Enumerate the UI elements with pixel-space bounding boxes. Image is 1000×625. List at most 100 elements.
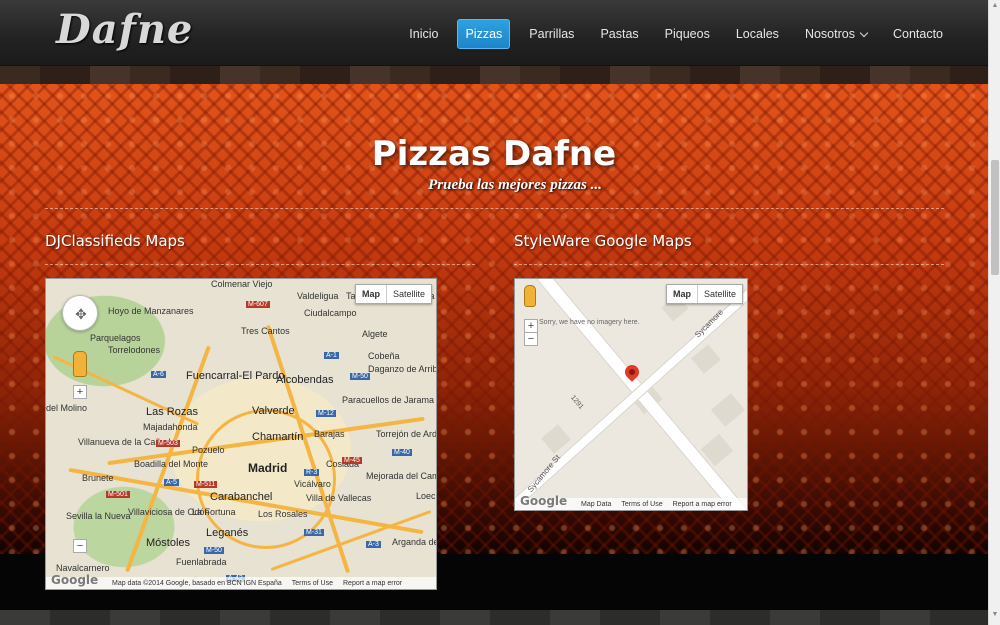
map-type-satellite-button[interactable]: Satellite (698, 285, 742, 303)
report-error-link[interactable]: Report a map error (673, 501, 732, 508)
map-place-label: Pozuelo (192, 445, 225, 455)
nav-item-label: Locales (735, 27, 779, 41)
map-place-label: Fuencarral-El Pardo (186, 370, 285, 382)
street-view-pegman-icon[interactable] (73, 351, 87, 377)
map-place-label: Valverde (252, 405, 295, 417)
map-road-label: M-503 (156, 440, 180, 447)
report-error-link[interactable]: Report a map error (343, 580, 402, 587)
map-road-label: M-50 (350, 373, 370, 380)
nav-item-pastas[interactable]: Pastas (593, 19, 645, 49)
map-road-label: A-5 (164, 479, 179, 486)
map-road-label: A-1 (324, 352, 339, 359)
main-nav: Inicio Pizzas Parrillas Pastas Piqueos Locale… (394, 19, 950, 49)
scroll-down-icon[interactable]: ▼ (991, 611, 999, 623)
street-label: Sycamore St (525, 453, 563, 494)
pan-arrows-icon: ✥ (75, 306, 87, 322)
map-data-text: Map Data (581, 500, 612, 508)
section-divider-left (45, 264, 475, 265)
map-place-label: Arganda del Rey (392, 537, 436, 547)
map-type-control: Map Satellite (354, 284, 432, 304)
map-data-text: Map data ©2014 Google, basado en BCN IGN… (112, 579, 282, 587)
section-title-right: StyleWare Google Maps (514, 232, 692, 250)
map-place-label: Brunete (82, 473, 114, 483)
terms-link[interactable]: Terms of Use (292, 580, 333, 587)
map-road-label: M-501 (106, 491, 130, 498)
zoom-out-button[interactable]: − (524, 332, 538, 346)
zoom-out-button[interactable]: − (73, 539, 87, 553)
nav-item-parrillas[interactable]: Parrillas (522, 19, 581, 49)
google-logo: Google (51, 573, 99, 587)
map-place-label: Parquelagos (90, 333, 141, 343)
nav-item-label: Inicio (409, 27, 439, 41)
map-place-label: Torrelodones (108, 345, 161, 355)
map-place-label: Las Rozas (146, 406, 198, 418)
map-type-satellite-button[interactable]: Satellite (387, 285, 431, 303)
pan-control[interactable]: ✥ (62, 295, 98, 331)
map-place-label: Los Rosales (258, 509, 308, 519)
map-type-control: Map Satellite (665, 284, 743, 304)
map-place-label: Mejorada del Campo (366, 471, 436, 481)
map-place-label: Villa de Vallecas (306, 493, 372, 503)
wood-strip (0, 66, 988, 84)
nav-item-label: Pastas (600, 27, 639, 41)
nav-item-nosotros[interactable]: Nosotros (798, 19, 874, 49)
map-road-label: M-45 (342, 457, 362, 464)
nav-item-label: Nosotros (804, 27, 855, 41)
map-sycamore[interactable]: Sorry, we have no imagery here. Sycamore… (514, 278, 748, 511)
page: Dafne Inicio Pizzas Parrillas Pastas Piqueos… (0, 0, 1000, 625)
nav-item-pizzas[interactable]: Pizzas (457, 19, 511, 49)
map-place-label: Chamartín (252, 431, 304, 443)
nav-item-piqueos[interactable]: Piqueos (658, 19, 717, 49)
map-place-label: Boadilla del Monte (134, 459, 209, 469)
map-block (710, 393, 746, 427)
map-road-label: M-31 (304, 529, 324, 536)
navbar: Dafne Inicio Pizzas Parrillas Pastas Piqueos… (0, 0, 988, 66)
map-place-label: del Molino (46, 403, 88, 413)
nav-item-locales[interactable]: Locales (729, 19, 786, 49)
map-place-label: Majadahonda (143, 422, 198, 432)
nav-item-label: Parrillas (529, 27, 575, 41)
site-logo[interactable]: Dafne (56, 6, 193, 53)
google-logo: Google (520, 494, 568, 508)
section-divider-right (514, 264, 944, 265)
terms-link[interactable]: Terms of Use (621, 501, 662, 508)
map-madrid[interactable]: Colmenar ViejoValdeliguaTalamanca de Jar… (45, 278, 437, 590)
zoom-in-button[interactable]: + (73, 385, 87, 399)
map-place-label: Ciudalcampo (304, 308, 357, 318)
map-place-label: Valdeligua (297, 291, 339, 301)
map-road-label: A-3 (366, 541, 381, 548)
zoom-in-button[interactable]: + (524, 319, 538, 333)
street-view-pegman-icon[interactable] (524, 285, 536, 307)
nav-item-label: Piqueos (664, 27, 710, 41)
scroll-up-icon[interactable]: ▲ (991, 2, 999, 14)
map-place-label: Cobeña (368, 351, 400, 361)
map-type-map-button[interactable]: Map (667, 285, 698, 303)
map-place-label: Carabanchel (210, 491, 273, 503)
map-road-label: R-3 (304, 469, 320, 476)
map-place-label: Madrid (248, 461, 288, 475)
map-place-label: Alcobendas (276, 374, 334, 386)
page-subtitle: Prueba las mejores pizzas ... (428, 177, 602, 193)
footer-strip (0, 610, 988, 625)
nav-item-contacto[interactable]: Contacto (886, 19, 950, 49)
nav-item-inicio[interactable]: Inicio (402, 19, 445, 49)
page-scrollbar[interactable]: ▲ ▼ (988, 0, 1000, 625)
map-road-label: M-12 (316, 410, 336, 417)
map-place-label: Fuenlabrada (176, 557, 227, 567)
map-place-label: Paracuellos de Jarama (342, 395, 435, 405)
map-place-label: Barajas (314, 429, 345, 439)
map-place-label: Colmenar Viejo (211, 279, 273, 289)
map-type-map-button[interactable]: Map (356, 285, 387, 303)
chevron-down-icon (859, 28, 869, 37)
map-road-label: M-607 (246, 301, 270, 308)
scrollbar-thumb[interactable] (991, 160, 999, 275)
street-label: 1291 (569, 394, 585, 411)
map-place-label: Torrejón de Ardoz (376, 429, 437, 439)
map-road-label: M-511 (194, 481, 218, 488)
section-title-left: DJClassifieds Maps (45, 232, 185, 250)
map-block (691, 344, 721, 374)
map-place-label: La Fortuna (192, 507, 236, 517)
map-place-label: Navalcarnero (56, 563, 110, 573)
nav-item-label: Pizzas (465, 27, 503, 41)
page-title: Pizzas Dafne (371, 134, 617, 174)
